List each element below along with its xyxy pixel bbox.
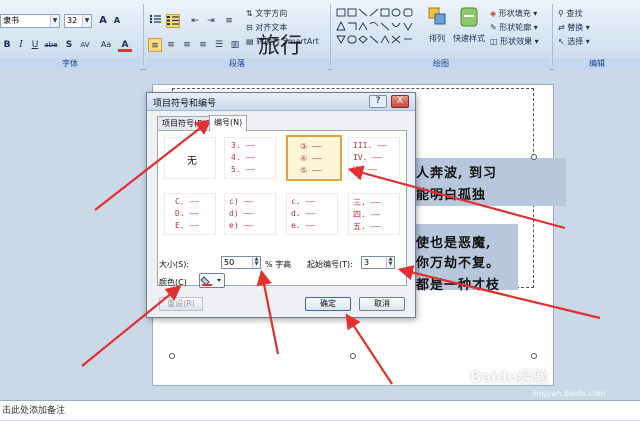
annotation-arrow (94, 119, 212, 211)
annotation-arrows (81, 119, 601, 385)
annotation-arrow (81, 285, 182, 367)
annotation-arrow (256, 269, 280, 355)
annotation-arrow (397, 265, 601, 320)
tab-numbering[interactable]: 编号(N) (209, 115, 248, 131)
watermark-url: jingyan.baidu.com (532, 389, 606, 398)
annotation-arrow (345, 313, 393, 385)
annotation-arrow (347, 165, 566, 230)
watermark-logo: Baidu经验 (470, 368, 549, 386)
